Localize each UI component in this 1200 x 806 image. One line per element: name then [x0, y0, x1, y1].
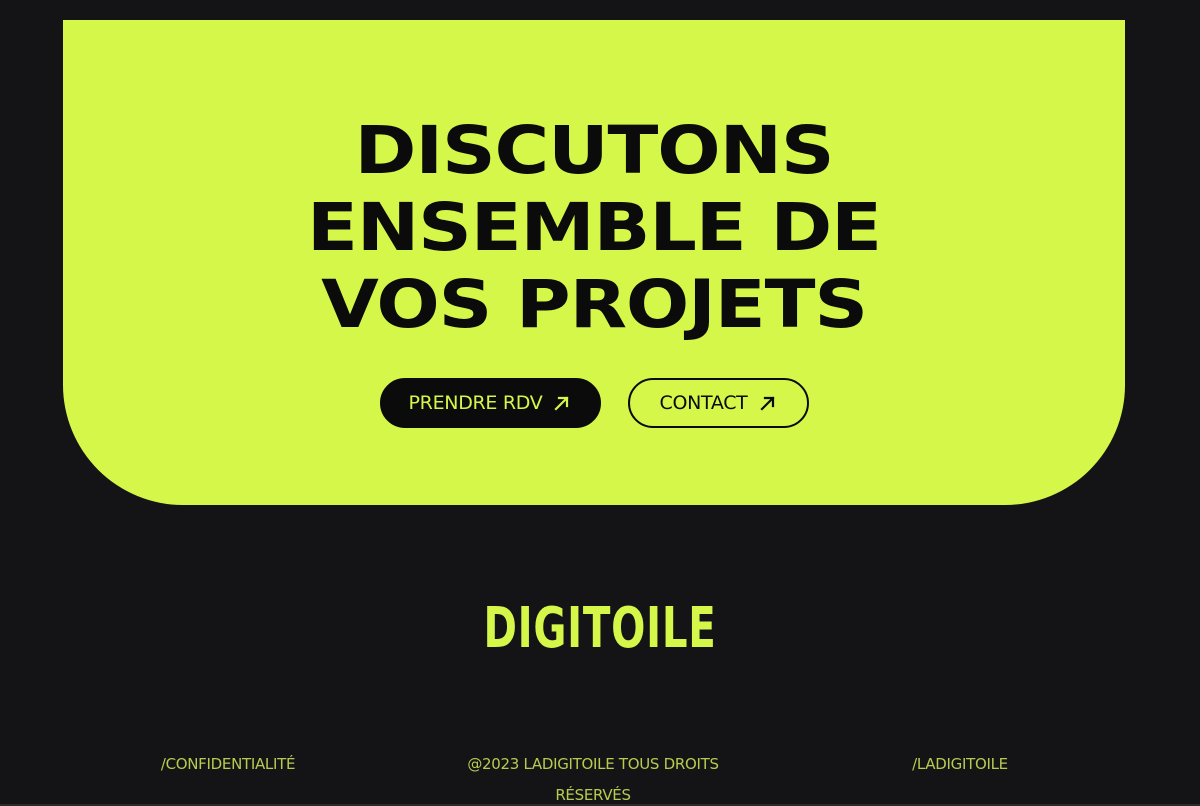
social-link[interactable]: /LADIGITOILE [860, 749, 1060, 780]
contact-label: CONTACT [659, 392, 748, 414]
cta-heading: DISCUTONS ENSEMBLE DE VOS PROJETS [0, 112, 1194, 343]
contact-button[interactable]: CONTACT [628, 378, 809, 428]
brand-logo[interactable]: DIGITOILE [168, 596, 1032, 662]
heading-line-3: VOS PROJETS [321, 266, 868, 343]
book-appointment-button[interactable]: PRENDRE RDV [380, 378, 601, 428]
copyright-text: @2023 LADIGITOILE TOUS DROITS RÉSERVÉS [467, 755, 719, 804]
privacy-link[interactable]: /CONFIDENTIALITÉ [128, 749, 328, 780]
book-appointment-label: PRENDRE RDV [408, 392, 543, 414]
arrow-up-right-icon [759, 396, 775, 411]
heading-line-1: DISCUTONS [354, 112, 835, 189]
cta-card: DISCUTONS ENSEMBLE DE VOS PROJETS PRENDR… [63, 20, 1125, 505]
heading-line-2: ENSEMBLE DE [307, 189, 882, 266]
arrow-up-right-icon [554, 396, 570, 411]
